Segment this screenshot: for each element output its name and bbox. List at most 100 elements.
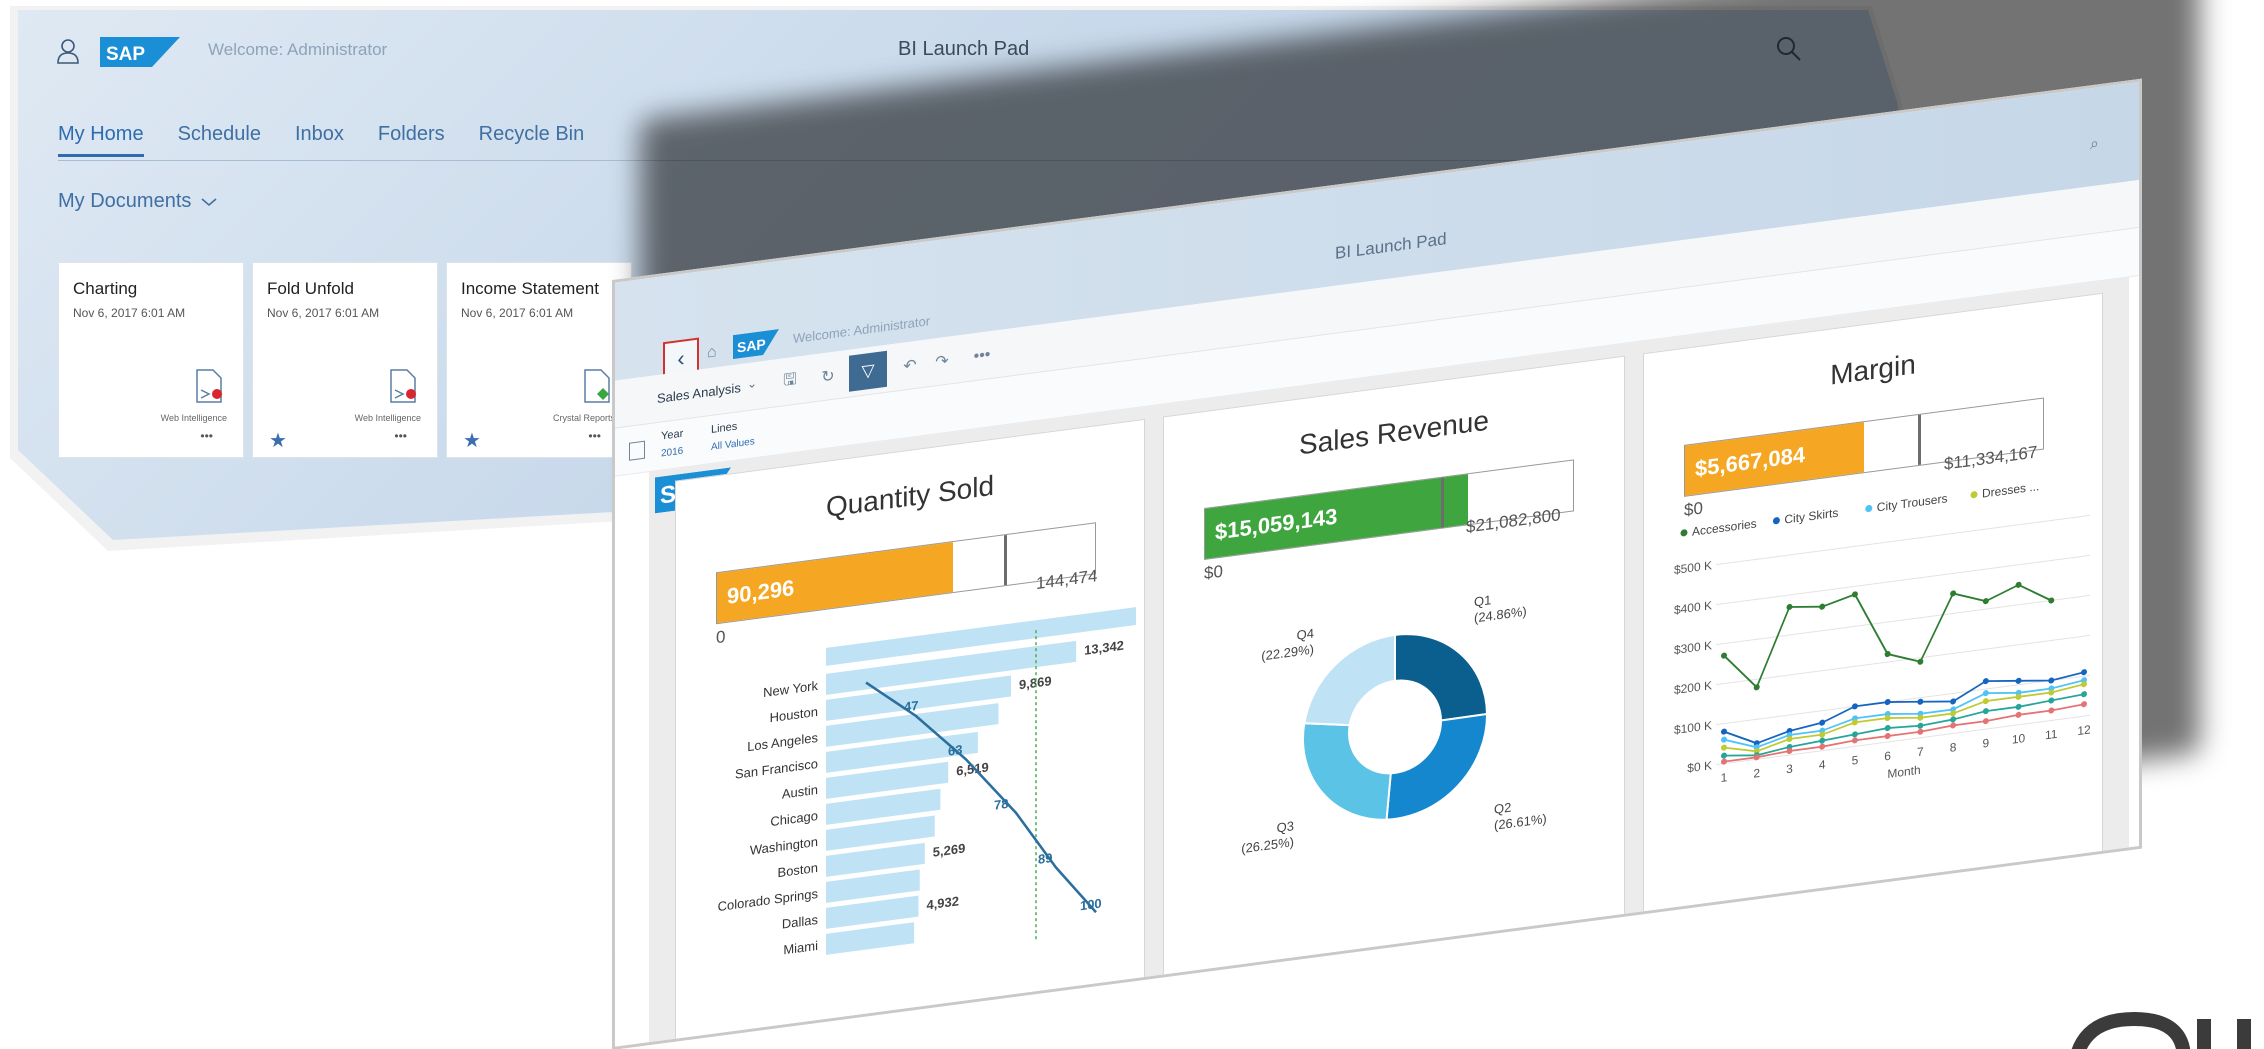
redo-icon[interactable]: ↷: [929, 346, 955, 377]
filter-lines-label: Lines: [711, 420, 738, 436]
x-tick-label: 1: [1721, 770, 1728, 785]
series-point: [2015, 677, 2022, 684]
bar-data-label: 13,342: [1084, 638, 1124, 658]
x-tick-label: 12: [2077, 722, 2091, 738]
series-point: [1721, 758, 1727, 765]
donut-slice-q2: [1385, 712, 1488, 821]
series-point: [1982, 708, 1989, 715]
filter-year-label: Year: [661, 427, 684, 443]
series-point: [1721, 728, 1727, 735]
chevron-down-icon[interactable]: ⌄: [747, 376, 757, 391]
tab-folders[interactable]: Folders: [378, 123, 445, 157]
more-icon[interactable]: •••: [200, 429, 213, 443]
series-point: [1721, 744, 1727, 751]
tile-name: Income Statement: [461, 279, 599, 298]
series-point: [2048, 597, 2055, 604]
webi-document-icon: [390, 369, 416, 403]
series-point: [1982, 718, 1989, 725]
x-tick-label: 10: [2012, 731, 2026, 747]
favorite-star-icon[interactable]: ★: [269, 428, 287, 453]
search-icon[interactable]: ⌕: [2090, 135, 2099, 154]
series-point: [1786, 603, 1793, 611]
tile-date: Nov 6, 2017 6:01 AM: [267, 306, 380, 320]
series-point: [2015, 581, 2022, 588]
bar-category-label: Houston: [770, 704, 818, 725]
tile-date: Nov 6, 2017 6:01 AM: [461, 306, 574, 320]
chevron-left-icon: ‹: [677, 345, 685, 372]
series-line-4: [1723, 693, 2085, 757]
filter-year-value[interactable]: 2016: [661, 446, 683, 460]
quantity-sold-panel: Quantity Sold 90,296 0 144,474 New York 1…: [675, 418, 1146, 1045]
document-tile-fold-unfold[interactable]: Fold Unfold Nov 6, 2017 6:01 AM ★ Web In…: [252, 262, 438, 458]
pareto-label: 63: [948, 742, 962, 759]
input-controls-icon[interactable]: [629, 440, 645, 461]
bar-data-label: 9,869: [1019, 673, 1052, 692]
x-axis-label: Month: [1887, 763, 1920, 781]
more-icon[interactable]: •••: [967, 340, 997, 372]
tile-name: Charting: [73, 279, 138, 298]
margin-line-chart[interactable]: Accessories City Skirts City Trousers Dress…: [1644, 464, 2104, 825]
save-icon[interactable]: 🖫: [773, 365, 807, 397]
my-documents-dropdown[interactable]: My Documents: [58, 190, 217, 213]
series-point: [1982, 598, 1989, 605]
donut-slice-q3: [1302, 722, 1392, 821]
bar-category-label: New York: [763, 678, 818, 700]
bar-10: [826, 922, 915, 955]
webi-document-icon: [196, 369, 222, 403]
revenue-donut-chart[interactable]: Q1(24.86%)Q2(26.61%)Q3(26.25%)Q4(22.29%): [1164, 547, 1626, 938]
gridline: [1716, 714, 2090, 766]
y-tick-label: $100 K: [1674, 718, 1712, 737]
series-point: [2081, 701, 2087, 708]
series-point: [2048, 697, 2055, 704]
tab-schedule[interactable]: Schedule: [178, 123, 261, 157]
sap-logo: SAP: [100, 37, 180, 67]
series-point: [1982, 678, 1989, 685]
slice-percent-label: (22.29%): [1261, 642, 1314, 664]
series-point: [1982, 690, 1989, 697]
series-point: [2081, 669, 2087, 676]
pareto-label: 100: [1080, 896, 1102, 914]
series-point: [1851, 737, 1858, 744]
x-tick-label: 5: [1852, 753, 1859, 768]
favorite-star-icon[interactable]: ★: [463, 428, 481, 453]
user-icon[interactable]: [56, 38, 80, 64]
chevron-down-icon: [201, 197, 217, 206]
svg-text:SAP: SAP: [106, 44, 145, 65]
series-point: [1819, 719, 1826, 726]
filter-button[interactable]: ▽: [849, 350, 887, 392]
welcome-text: Welcome: Administrator: [208, 40, 388, 59]
more-icon[interactable]: •••: [394, 429, 407, 443]
donut-slice-q4: [1303, 633, 1396, 727]
document-tile-income-statement[interactable]: Income Statement Nov 6, 2017 6:01 AM ★ C…: [446, 262, 632, 458]
filter-lines-value[interactable]: All Values: [711, 436, 755, 453]
gridline: [1716, 634, 2090, 686]
bar-data-label: 4,932: [926, 893, 959, 912]
more-icon[interactable]: •••: [588, 429, 601, 443]
document-name[interactable]: Sales Analysis: [657, 380, 741, 406]
home-icon[interactable]: ⌂: [707, 343, 717, 362]
series-point: [1721, 752, 1727, 759]
undo-icon[interactable]: ↶: [897, 350, 923, 381]
slice-label: Q2: [1494, 800, 1511, 817]
quantity-bar-chart[interactable]: New York 13,342 Houston 9,869 Los AngelesSan…: [676, 606, 1146, 1038]
kpi-target-marker: [1004, 534, 1008, 586]
x-tick-label: 7: [1917, 744, 1924, 759]
tab-my-home[interactable]: My Home: [58, 123, 144, 157]
series-point: [1819, 603, 1826, 610]
refresh-icon[interactable]: ↻: [815, 361, 841, 392]
tab-inbox[interactable]: Inbox: [295, 123, 344, 157]
gridline: [1716, 514, 2090, 566]
pareto-label: 89: [1038, 850, 1052, 867]
document-tile-charting[interactable]: Charting Nov 6, 2017 6:01 AM Web Intelli…: [58, 262, 244, 458]
x-tick-label: 3: [1786, 762, 1793, 777]
legend-marker: [1970, 491, 1978, 499]
sales-revenue-panel: Sales Revenue $15,059,143 $0 $21,082,800…: [1163, 355, 1626, 981]
bar-data-label: 6,519: [956, 759, 989, 778]
pareto-label: 78: [994, 796, 1008, 813]
bar-category-label: Austin: [782, 782, 818, 802]
series-line-5: [1724, 703, 2085, 763]
tab-recycle-bin[interactable]: Recycle Bin: [479, 123, 585, 157]
page-title: BI Launch Pad: [898, 38, 1030, 60]
pareto-label: 47: [904, 698, 918, 715]
x-tick-label: 9: [1982, 736, 1989, 751]
